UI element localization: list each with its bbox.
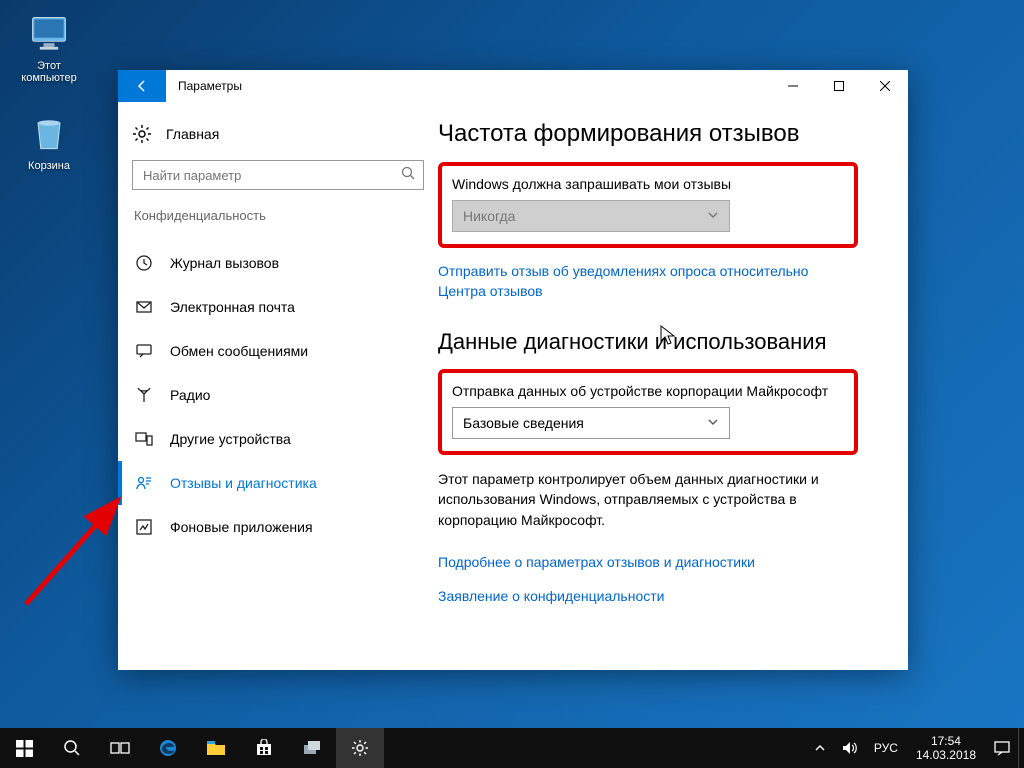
background-apps-icon [134,517,154,537]
nav-background-apps[interactable]: Фоновые приложения [132,505,428,549]
maximize-button[interactable] [816,70,862,102]
taskbar-app-button[interactable] [288,728,336,768]
back-button[interactable] [118,70,166,102]
nav-feedback-diagnostics[interactable]: Отзывы и диагностика [132,461,428,505]
nav-label: Другие устройства [170,431,291,447]
messaging-icon [134,341,154,361]
diagnostics-data-dropdown[interactable]: Базовые сведения [452,407,730,439]
heading-diagnostics: Данные диагностики и использования [438,329,880,355]
devices-icon [134,429,154,449]
history-icon [134,253,154,273]
send-feedback-link[interactable]: Отправить отзыв об уведомлениях опроса о… [438,262,848,301]
nav-other-devices[interactable]: Другие устройства [132,417,428,461]
desktop-icon-recycle-bin[interactable]: Корзина [10,112,88,172]
tray-volume-button[interactable] [834,728,866,768]
close-button[interactable] [862,70,908,102]
task-view-button[interactable] [96,728,144,768]
desktop-icon-this-pc[interactable]: Этот компьютер [10,12,88,84]
tray-chevron-button[interactable] [806,728,834,768]
nav-label: Фоновые приложения [170,519,313,535]
nav-email[interactable]: Электронная почта [132,285,428,329]
tray-language-button[interactable]: РУС [866,728,906,768]
home-label: Главная [166,126,219,142]
chevron-down-icon [707,415,719,431]
desktop-icon-label: Корзина [10,160,88,172]
desktop-icon-label: Этот компьютер [10,60,88,84]
heading-feedback-frequency: Частота формирования отзывов [438,120,880,148]
annotation-arrow [18,492,128,612]
dropdown-value: Базовые сведения [463,415,584,431]
monitor-icon [27,12,71,56]
recycle-bin-icon [27,112,71,156]
more-about-feedback-link[interactable]: Подробнее о параметрах отзывов и диагнос… [438,554,880,570]
highlight-feedback: Windows должна запрашивать мои отзывы Ни… [438,162,858,248]
home-button[interactable]: Главная [132,114,428,154]
group-label: Конфиденциальность [134,208,428,223]
feedback-label: Windows должна запрашивать мои отзывы [452,176,844,192]
start-button[interactable] [0,728,48,768]
chevron-down-icon [707,208,719,224]
content-panel: Частота формирования отзывов Windows дол… [428,102,908,670]
nav-label: Радио [170,387,210,403]
nav-label: Журнал вызовов [170,255,279,271]
nav-call-history[interactable]: Журнал вызовов [132,241,428,285]
nav-messaging[interactable]: Обмен сообщениями [132,329,428,373]
search-icon [393,166,423,185]
action-center-button[interactable] [986,728,1018,768]
dropdown-value: Никогда [463,208,515,224]
email-icon [134,297,154,317]
search-field[interactable] [133,168,393,183]
feedback-icon [134,473,154,493]
nav-radio[interactable]: Радио [132,373,428,417]
diagnostics-label: Отправка данных об устройстве корпорации… [452,383,844,399]
taskbar-store-button[interactable] [240,728,288,768]
taskbar-settings-button[interactable] [336,728,384,768]
sidebar: Главная Конфиденциальность Журнал вызово… [118,102,428,670]
clock-date: 14.03.2018 [916,748,976,762]
tray-clock[interactable]: 17:54 14.03.2018 [906,734,986,763]
minimize-button[interactable] [770,70,816,102]
taskbar-edge-button[interactable] [144,728,192,768]
window-title: Параметры [166,79,770,93]
taskbar: РУС 17:54 14.03.2018 [0,728,1024,768]
highlight-diagnostics: Отправка данных об устройстве корпорации… [438,369,858,455]
titlebar: Параметры [118,70,908,102]
search-button[interactable] [48,728,96,768]
privacy-statement-link[interactable]: Заявление о конфиденциальности [438,588,880,604]
search-input[interactable] [132,160,424,190]
clock-time: 17:54 [916,734,976,748]
nav-label: Отзывы и диагностика [170,475,317,491]
gear-icon [132,124,152,144]
nav-label: Электронная почта [170,299,295,315]
taskbar-explorer-button[interactable] [192,728,240,768]
show-desktop-button[interactable] [1018,728,1024,768]
radio-icon [134,385,154,405]
settings-window: Параметры Главная Конфиденциальность Жу [118,70,908,670]
diagnostics-description: Этот параметр контролирует объем данных … [438,469,858,530]
nav-label: Обмен сообщениями [170,343,308,359]
feedback-frequency-dropdown[interactable]: Никогда [452,200,730,232]
